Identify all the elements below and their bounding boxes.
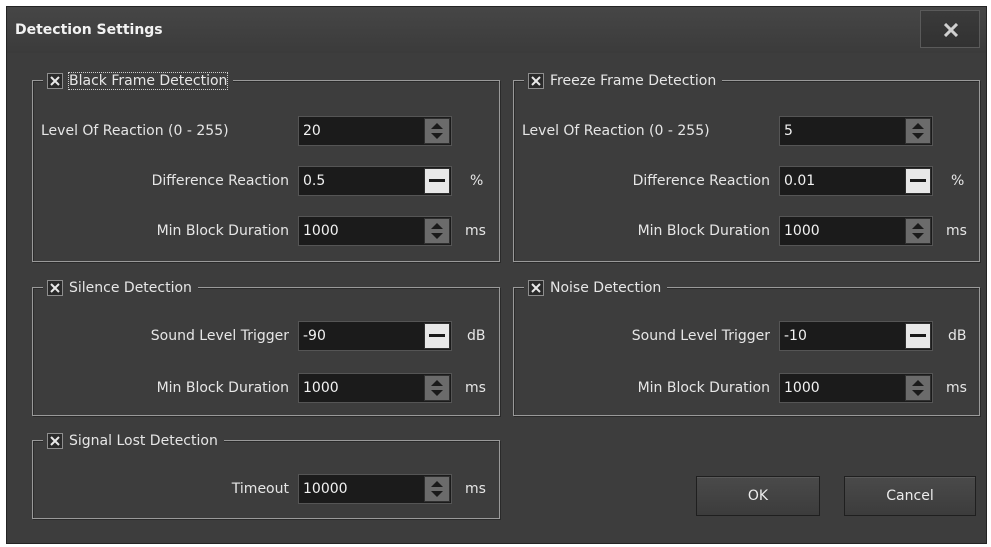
min-duration-spinner[interactable] [905, 375, 931, 401]
min-duration-input[interactable] [780, 374, 890, 402]
x-check-icon [50, 283, 60, 293]
difference-label: Difference Reaction [151, 173, 289, 189]
level-spinner[interactable] [424, 118, 450, 144]
silence-label: Silence Detection [69, 280, 192, 296]
sound-level-label: Sound Level Trigger [631, 328, 770, 344]
detection-settings-dialog: Detection Settings Black Frame Detection… [6, 6, 987, 544]
difference-input[interactable] [780, 167, 890, 195]
noise-group: Noise Detection Sound Level Trigger dB M… [513, 278, 980, 416]
freeze-frame-label: Freeze Frame Detection [550, 73, 717, 89]
min-duration-field[interactable] [298, 216, 452, 246]
sound-level-field[interactable] [779, 321, 933, 351]
signal-lost-checkbox[interactable] [47, 433, 63, 449]
min-duration-spinner[interactable] [905, 218, 931, 244]
close-button[interactable] [920, 10, 980, 48]
x-check-icon [50, 436, 60, 446]
level-input[interactable] [780, 117, 890, 145]
silence-group: Silence Detection Sound Level Trigger dB… [32, 278, 500, 416]
difference-spinner[interactable] [905, 168, 931, 194]
level-input[interactable] [299, 117, 409, 145]
close-icon [944, 23, 958, 37]
difference-input[interactable] [299, 167, 409, 195]
level-field[interactable] [779, 116, 933, 146]
dialog-title: Detection Settings [15, 22, 163, 38]
sound-level-spinner[interactable] [905, 323, 931, 349]
level-field[interactable] [298, 116, 452, 146]
x-check-icon [531, 283, 541, 293]
sound-level-label: Sound Level Trigger [150, 328, 289, 344]
level-label: Level Of Reaction (0 - 255) [522, 123, 710, 139]
difference-field[interactable] [298, 166, 452, 196]
freeze-frame-checkbox[interactable] [528, 73, 544, 89]
min-duration-unit: ms [465, 380, 486, 396]
min-duration-unit: ms [946, 380, 967, 396]
min-duration-field[interactable] [298, 373, 452, 403]
silence-checkbox[interactable] [47, 280, 63, 296]
timeout-spinner[interactable] [424, 476, 450, 502]
sound-level-spinner[interactable] [424, 323, 450, 349]
x-check-icon [531, 76, 541, 86]
min-duration-label: Min Block Duration [637, 380, 770, 396]
min-duration-spinner[interactable] [424, 375, 450, 401]
difference-field[interactable] [779, 166, 933, 196]
min-duration-input[interactable] [780, 217, 890, 245]
noise-checkbox[interactable] [528, 280, 544, 296]
sound-level-input[interactable] [780, 322, 890, 350]
min-duration-input[interactable] [299, 374, 409, 402]
noise-label: Noise Detection [550, 280, 662, 296]
min-duration-spinner[interactable] [424, 218, 450, 244]
difference-unit: % [470, 173, 484, 189]
ok-button[interactable]: OK [696, 476, 820, 516]
cancel-button[interactable]: Cancel [844, 476, 976, 516]
sound-level-field[interactable] [298, 321, 452, 351]
timeout-field[interactable] [298, 474, 452, 504]
sound-level-input[interactable] [299, 322, 409, 350]
level-spinner[interactable] [905, 118, 931, 144]
x-check-icon [50, 76, 60, 86]
timeout-unit: ms [465, 481, 486, 497]
timeout-input[interactable] [299, 475, 409, 503]
black-frame-checkbox[interactable] [47, 73, 63, 89]
level-label: Level Of Reaction (0 - 255) [41, 123, 229, 139]
sound-level-unit: dB [467, 328, 486, 344]
black-frame-label: Black Frame Detection [67, 72, 229, 90]
difference-label: Difference Reaction [632, 173, 770, 189]
min-duration-input[interactable] [299, 217, 409, 245]
min-duration-label: Min Block Duration [156, 223, 289, 239]
sound-level-unit: dB [948, 328, 967, 344]
signal-lost-label: Signal Lost Detection [69, 433, 218, 449]
difference-spinner[interactable] [424, 168, 450, 194]
signal-lost-group: Signal Lost Detection Timeout ms [32, 431, 500, 519]
min-duration-label: Min Block Duration [156, 380, 289, 396]
min-duration-field[interactable] [779, 373, 933, 403]
timeout-label: Timeout [231, 481, 289, 497]
min-duration-unit: ms [946, 223, 967, 239]
min-duration-label: Min Block Duration [637, 223, 770, 239]
title-bar: Detection Settings [7, 7, 986, 53]
freeze-frame-group: Freeze Frame Detection Level Of Reaction… [513, 71, 980, 262]
black-frame-group: Black Frame Detection Level Of Reaction … [32, 71, 500, 262]
min-duration-field[interactable] [779, 216, 933, 246]
difference-unit: % [951, 173, 965, 189]
min-duration-unit: ms [465, 223, 486, 239]
